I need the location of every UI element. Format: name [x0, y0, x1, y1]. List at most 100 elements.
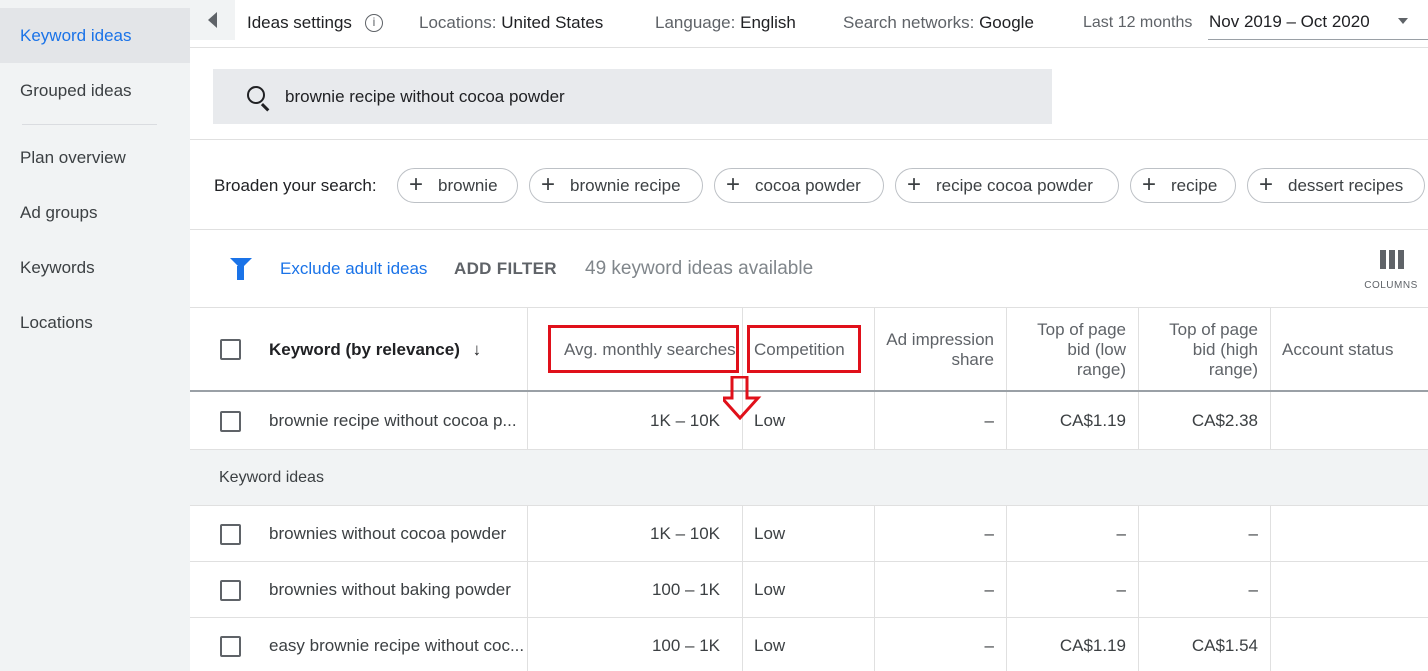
sidebar-item-ad-groups[interactable]: Ad groups: [0, 185, 190, 240]
header-ad-impression-share[interactable]: Ad impression share: [876, 330, 994, 370]
chip-label: cocoa powder: [755, 176, 861, 195]
keyword-cell[interactable]: brownie recipe without cocoa p...: [269, 411, 517, 431]
collapse-sidebar-button[interactable]: [190, 0, 235, 40]
chip-label: recipe cocoa powder: [936, 176, 1093, 195]
bid-low-cell: –: [1116, 524, 1126, 543]
chip-label: recipe: [1171, 176, 1218, 195]
annotation-box-competition: [747, 325, 861, 373]
column-divider: [742, 506, 743, 671]
keyword-cell[interactable]: brownies without cocoa powder: [269, 524, 506, 544]
sidebar-item-grouped-ideas[interactable]: Grouped ideas: [0, 63, 190, 118]
sidebar-divider: [22, 124, 157, 125]
plus-icon: +: [1142, 171, 1157, 198]
keyword-search-box[interactable]: brownie recipe without cocoa powder: [213, 69, 1052, 124]
add-filter-button[interactable]: ADD FILTER: [454, 254, 557, 284]
ideas-settings-label[interactable]: Ideas settings: [247, 0, 352, 46]
language-label: Language:: [655, 13, 736, 32]
header-account-status[interactable]: Account status: [1282, 340, 1394, 360]
ad-impression-cell: –: [984, 636, 994, 655]
header-line: Top of page: [1169, 320, 1258, 339]
language-value: English: [740, 13, 796, 32]
plus-icon: +: [409, 171, 424, 198]
competition-cell: Low: [754, 636, 786, 655]
bid-high-cell: –: [1248, 524, 1258, 543]
keyword-cell[interactable]: easy brownie recipe without coc...: [269, 636, 524, 656]
dropdown-arrow-icon: [1398, 18, 1408, 24]
header-divider: [190, 390, 1428, 392]
broaden-chip[interactable]: + dessert recipes: [1247, 168, 1425, 203]
row-checkbox[interactable]: [220, 411, 241, 432]
plus-icon: +: [541, 171, 556, 198]
locations-label: Locations:: [419, 13, 497, 32]
plus-icon: +: [1259, 171, 1274, 198]
chip-label: dessert recipes: [1288, 176, 1404, 195]
sidebar-item-locations[interactable]: Locations: [0, 295, 190, 350]
column-divider: [527, 308, 528, 450]
column-divider: [527, 506, 528, 671]
chip-label: brownie recipe: [570, 176, 681, 195]
sidebar-item-keyword-ideas[interactable]: Keyword ideas: [0, 8, 190, 63]
header-keyword[interactable]: Keyword (by relevance) ↓: [269, 340, 481, 360]
language-setting[interactable]: Language: English: [655, 0, 796, 46]
row-divider: [190, 617, 1428, 618]
locations-value: United States: [501, 13, 604, 32]
info-icon[interactable]: i: [365, 14, 383, 32]
row-checkbox[interactable]: [220, 524, 241, 545]
search-icon: [247, 86, 265, 104]
period-label: Last 12 months: [1083, 14, 1193, 31]
columns-label: COLUMNS: [1364, 280, 1418, 291]
chevron-left-icon: [208, 12, 217, 28]
row-checkbox[interactable]: [220, 636, 241, 657]
filter-icon-stem: [237, 266, 244, 280]
header-bid-low[interactable]: Top of page bid (low range): [1010, 320, 1126, 380]
divider: [190, 307, 1428, 308]
column-divider: [874, 308, 875, 450]
competition-cell: Low: [754, 524, 786, 543]
date-range-select[interactable]: Nov 2019 – Oct 2020: [1208, 0, 1428, 40]
broaden-chip[interactable]: + brownie: [397, 168, 518, 203]
columns-button[interactable]: COLUMNS: [1358, 248, 1424, 296]
ad-impression-cell: –: [984, 524, 994, 543]
sidebar: Keyword ideas Grouped ideas Plan overvie…: [0, 0, 190, 671]
bid-low-cell: CA$1.19: [1059, 636, 1126, 655]
competition-cell: Low: [754, 580, 786, 599]
header-line: bid (low: [1067, 340, 1126, 359]
column-divider: [874, 506, 875, 671]
group-label: Keyword ideas: [219, 469, 324, 486]
broaden-chip[interactable]: + brownie recipe: [529, 168, 703, 203]
header-bid-high[interactable]: Top of page bid (high range): [1142, 320, 1258, 380]
column-divider: [1006, 506, 1007, 671]
header-line: Ad impression: [886, 330, 994, 349]
ad-impression-cell: –: [984, 411, 994, 430]
header-line: Top of page: [1037, 320, 1126, 339]
sort-arrow-down-icon: ↓: [472, 340, 482, 359]
networks-label: Search networks:: [843, 13, 975, 32]
sidebar-item-keywords[interactable]: Keywords: [0, 240, 190, 295]
search-networks-setting[interactable]: Search networks: Google: [843, 0, 1034, 46]
exclude-adult-ideas-link[interactable]: Exclude adult ideas: [280, 254, 427, 284]
locations-setting[interactable]: Locations: United States: [419, 0, 603, 46]
avg-monthly-cell: 1K – 10K: [650, 524, 720, 543]
sidebar-item-plan-overview[interactable]: Plan overview: [0, 130, 190, 185]
avg-monthly-cell: 100 – 1K: [651, 636, 720, 655]
broaden-chip[interactable]: + recipe: [1130, 168, 1236, 203]
header-line: range): [1208, 360, 1258, 379]
search-input[interactable]: brownie recipe without cocoa powder: [285, 69, 565, 124]
annotation-box-avg-monthly: [548, 325, 739, 373]
ad-impression-cell: –: [984, 580, 994, 599]
broaden-chip[interactable]: + recipe cocoa powder: [895, 168, 1119, 203]
column-divider: [1006, 308, 1007, 450]
networks-value: Google: [979, 13, 1034, 32]
keyword-ideas-count: 49 keyword ideas available: [585, 258, 814, 279]
row-checkbox[interactable]: [220, 580, 241, 601]
broaden-chip[interactable]: + cocoa powder: [714, 168, 884, 203]
bid-low-cell: CA$1.19: [1059, 411, 1126, 430]
keyword-cell[interactable]: brownies without baking powder: [269, 580, 511, 600]
column-divider: [1138, 506, 1139, 671]
header-line: range): [1076, 360, 1126, 379]
header-line: bid (high: [1192, 340, 1258, 359]
select-all-checkbox[interactable]: [220, 339, 241, 360]
date-range-value: Nov 2019 – Oct 2020: [1209, 12, 1370, 31]
header-keyword-label: Keyword (by relevance): [269, 340, 460, 359]
broaden-search-label: Broaden your search:: [214, 176, 377, 195]
